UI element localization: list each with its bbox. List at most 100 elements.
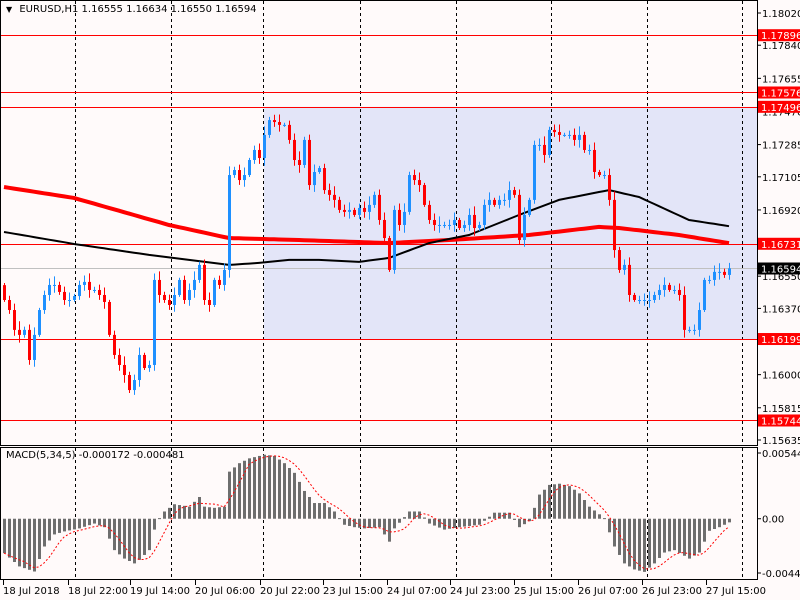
macd-histogram-bar <box>3 518 6 554</box>
macd-histogram-bar <box>623 518 626 564</box>
candle <box>138 347 141 387</box>
macd-histogram-bar <box>278 459 281 519</box>
macd-label: MACD(5,34,5) -0.000172 -0.000481 <box>6 450 185 461</box>
candle-body <box>143 354 146 369</box>
macd-histogram-bar <box>33 518 36 572</box>
y-tick-label: 1.17840 <box>762 41 800 52</box>
macd-histogram-bar <box>223 506 226 519</box>
candle <box>158 271 161 303</box>
macd-histogram-bar <box>268 455 271 519</box>
macd-histogram-bar <box>143 518 146 555</box>
candle <box>168 294 171 310</box>
macd-histogram-bar <box>718 518 721 528</box>
macd-histogram-bar <box>683 518 686 556</box>
candle-body <box>648 299 651 301</box>
x-tick-label: 27 Jul 15:00 <box>706 586 766 597</box>
y-tick-label: 1.16920 <box>762 206 800 217</box>
level-price-label: 1.17576 <box>761 88 800 99</box>
macd-histogram-bar <box>208 507 211 519</box>
candle-body <box>568 134 571 136</box>
candle-body <box>368 204 371 212</box>
candle <box>228 166 231 278</box>
macd-histogram-bar <box>663 518 666 553</box>
macd-histogram-bar <box>188 506 191 519</box>
macd-histogram-bar <box>63 518 66 532</box>
candle-body <box>373 194 376 205</box>
level-price-label: 1.17896 <box>761 31 800 42</box>
candle-body <box>418 180 421 186</box>
candle-body <box>3 285 6 300</box>
candle <box>178 277 181 297</box>
collapse-triangle-icon[interactable]: ▼ <box>6 5 12 14</box>
candle-body <box>588 149 591 151</box>
candle <box>128 371 131 393</box>
macd-histogram-bar <box>473 518 476 526</box>
candle-body <box>623 264 626 270</box>
y-tick-label: 1.16000 <box>762 371 800 382</box>
macd-histogram-bar <box>128 518 131 561</box>
candle-body <box>213 279 216 306</box>
candle-body <box>578 134 581 140</box>
candle-body <box>198 264 201 280</box>
macd-histogram-bar <box>108 518 111 539</box>
candle-body <box>48 284 51 295</box>
candle-body <box>258 149 261 159</box>
macd-histogram-bar <box>703 518 706 542</box>
close-value: 1.16594 <box>215 4 257 15</box>
candle <box>93 286 96 293</box>
macd-histogram-bar <box>553 484 556 519</box>
candle-body <box>723 271 726 275</box>
candle <box>33 327 36 367</box>
candle-body <box>98 289 101 295</box>
x-tick-label: 18 Jul 2018 <box>3 586 60 597</box>
y-tick-label: 1.18020 <box>762 9 800 20</box>
candle-body <box>503 199 506 201</box>
candle-body <box>133 380 136 391</box>
candle-body <box>463 224 466 229</box>
macd-histogram-bar <box>253 457 256 519</box>
candle-body <box>563 134 566 136</box>
candle <box>308 134 311 190</box>
macd-histogram-bar <box>263 454 266 519</box>
macd-histogram-bar <box>373 518 376 528</box>
candle <box>63 286 66 305</box>
macd-histogram-bar <box>403 517 406 519</box>
macd-histogram-bar <box>323 503 326 519</box>
candle <box>28 324 31 365</box>
candle-body <box>53 284 56 286</box>
x-tick-label: 18 Jul 22:00 <box>68 586 128 597</box>
macd-histogram-bar <box>38 518 41 560</box>
macd-histogram-bar <box>338 518 341 520</box>
macd-histogram-bar <box>668 518 671 552</box>
macd-y-tick-label: -0.004494 <box>762 569 800 580</box>
candle-body <box>353 209 356 215</box>
candle <box>388 235 391 272</box>
macd-histogram-bar <box>213 507 216 519</box>
chart-title: ▼ EURUSD,H1 1.16555 1.16634 1.16550 1.16… <box>6 4 257 15</box>
macd-histogram-bar <box>563 484 566 519</box>
candle <box>78 280 81 300</box>
candle-body <box>713 271 716 280</box>
candle-body <box>83 281 86 285</box>
candle-body <box>508 190 511 200</box>
macd-histogram-bar <box>243 460 246 519</box>
candle-body <box>408 175 411 212</box>
candle-body <box>103 294 106 302</box>
macd-histogram-bar <box>83 518 86 527</box>
level-price-label: 1.16731 <box>761 240 800 251</box>
candle-body <box>533 144 536 200</box>
symbol-label: EURUSD,H1 <box>19 4 79 15</box>
macd-histogram-bar <box>78 518 81 529</box>
price-chart[interactable]: 1.180201.178401.176551.174701.172851.171… <box>0 0 800 600</box>
candle-body <box>63 291 66 300</box>
macd-histogram-bar <box>438 518 441 528</box>
macd-histogram-bar <box>218 507 221 519</box>
macd-histogram-bar <box>228 471 231 519</box>
macd-histogram-bar <box>28 518 31 570</box>
macd-histogram-bar <box>43 518 46 547</box>
y-tick-label: 1.15815 <box>762 404 800 415</box>
macd-histogram-bar <box>408 511 411 519</box>
candle-body <box>273 120 276 123</box>
candle-body <box>498 199 501 205</box>
candle <box>3 282 6 302</box>
